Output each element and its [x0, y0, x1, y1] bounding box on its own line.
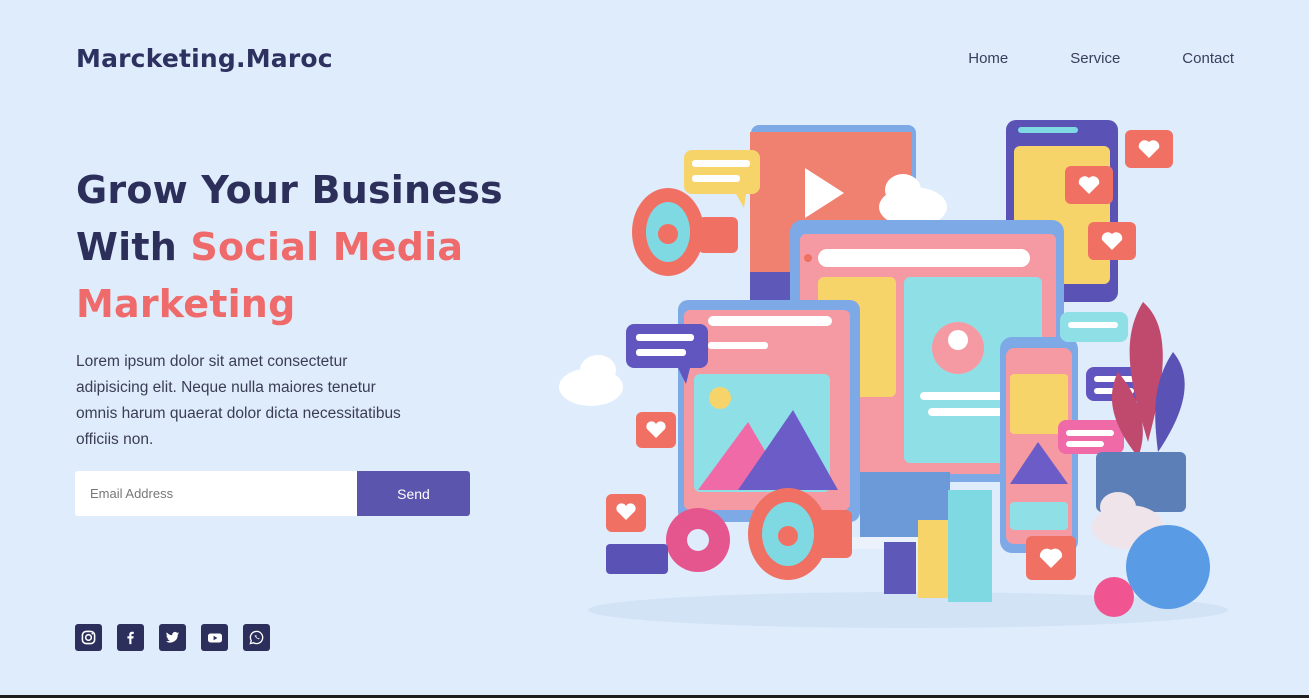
hero-section: Grow Your Business With Social Media Mar…: [76, 162, 536, 453]
hero-title-accent-2: Marketing: [76, 282, 296, 326]
youtube-icon[interactable]: [201, 624, 228, 651]
social-media-illustration: [559, 120, 1228, 628]
nav-service-link[interactable]: Service: [1070, 50, 1120, 67]
hero-title-accent: Social Media: [190, 225, 464, 269]
nav-home-link[interactable]: Home: [968, 50, 1008, 67]
site-logo[interactable]: Marcketing.Maroc: [76, 44, 333, 73]
hero-title-line1: Grow Your Business: [76, 168, 503, 212]
hero-description: Lorem ipsum dolor sit amet consectetur a…: [76, 353, 401, 448]
whatsapp-icon[interactable]: [243, 624, 270, 651]
facebook-icon[interactable]: [117, 624, 144, 651]
social-links: [75, 624, 270, 651]
main-nav: Home Service Contact: [968, 50, 1234, 67]
email-input[interactable]: [75, 471, 357, 516]
newsletter-form: Send: [75, 471, 470, 516]
send-button[interactable]: Send: [357, 471, 470, 516]
nav-contact-link[interactable]: Contact: [1182, 50, 1234, 67]
hero-title: Grow Your Business With Social Media Mar…: [76, 162, 536, 333]
instagram-icon[interactable]: [75, 624, 102, 651]
twitter-icon[interactable]: [159, 624, 186, 651]
hero-title-with: With: [76, 225, 177, 269]
